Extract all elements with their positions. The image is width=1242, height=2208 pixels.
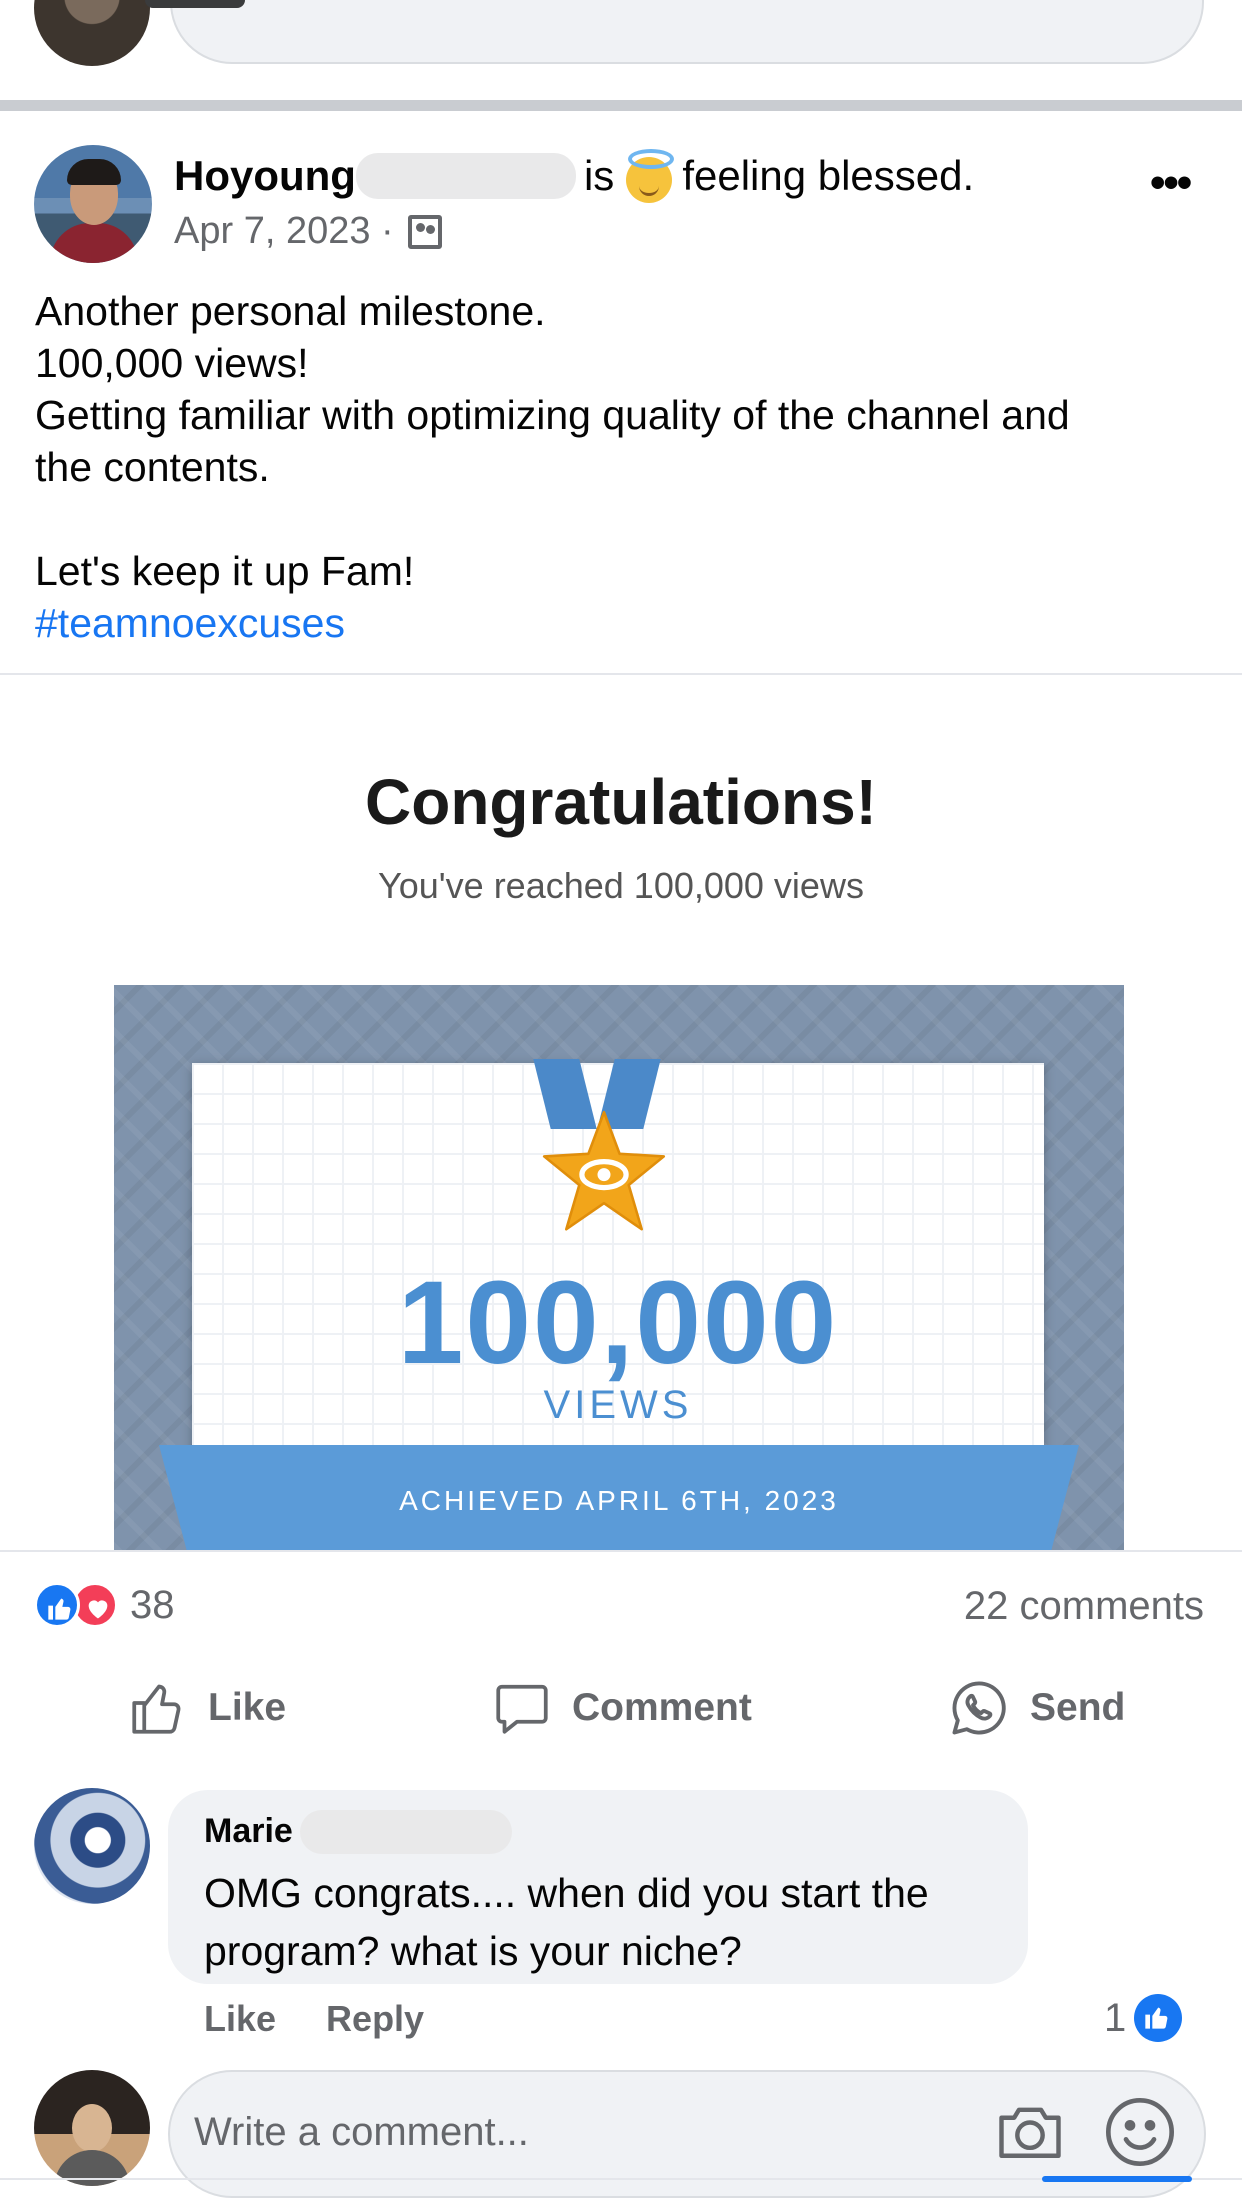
- certificate-frame: 100,000 VIEWS ACHIEVED APRIL 6TH, 2023: [114, 985, 1124, 1550]
- previous-post-remnant: [0, 0, 1242, 100]
- achievement-date: ACHIEVED APRIL 6TH, 2023: [399, 1485, 839, 1516]
- comment-button[interactable]: Comment: [492, 1676, 752, 1740]
- commenter-avatar[interactable]: [34, 1788, 150, 1904]
- avatar[interactable]: [34, 0, 150, 66]
- feeling-prefix: is: [583, 152, 615, 199]
- author-avatar[interactable]: [34, 145, 152, 263]
- active-indicator: [1042, 2176, 1192, 2182]
- comment-bubble[interactable]: Marie OMG congrats.... when did you star…: [168, 1790, 1028, 1984]
- feeling-text: feeling blessed.: [682, 152, 975, 199]
- post-text-blank-line: [35, 493, 1215, 545]
- send-button[interactable]: Send: [948, 1676, 1125, 1740]
- emoji-icon[interactable]: [1100, 2092, 1180, 2172]
- whatsapp-icon: [952, 1681, 1006, 1735]
- send-label: Send: [1030, 1686, 1126, 1729]
- redacted-surname: [300, 1810, 512, 1854]
- image-title: Congratulations!: [365, 766, 877, 838]
- comment-bubble-icon: [496, 1684, 548, 1734]
- comment-author[interactable]: Marie: [204, 1812, 293, 1851]
- comments-count[interactable]: 22 comments: [964, 1584, 1204, 1629]
- hashtag-link[interactable]: #teamnoexcuses: [35, 597, 1215, 649]
- post-text-line: Getting familiar with optimizing quality…: [35, 392, 1070, 438]
- like-reaction-icon: [34, 1582, 80, 1628]
- post-text-line: 100,000 views!: [35, 340, 309, 386]
- more-options-icon[interactable]: •••: [1150, 158, 1192, 208]
- like-label: Like: [208, 1686, 287, 1729]
- comment-text: OMG congrats.... when did you start the …: [204, 1870, 929, 1974]
- post-meta: Apr 7, 2023 ·: [174, 210, 442, 253]
- author-name[interactable]: Hoyoung: [174, 152, 356, 200]
- friends-icon[interactable]: [407, 214, 442, 249]
- post-date[interactable]: Apr 7, 2023 ·: [174, 210, 394, 253]
- milestone-number: 100,000: [397, 1257, 839, 1389]
- like-reaction-icon: [1134, 1994, 1183, 2042]
- divider: [0, 1550, 1242, 1552]
- post-text-line: Let's keep it up Fam!: [35, 548, 415, 594]
- like-button[interactable]: Like: [128, 1676, 286, 1740]
- redacted-surname: [355, 153, 576, 199]
- thumbs-up-icon: [132, 1684, 181, 1734]
- star-medal-icon: [542, 1110, 666, 1231]
- comment-like-number: 1: [1104, 1995, 1127, 2040]
- comment-label: Comment: [572, 1686, 752, 1729]
- current-user-avatar[interactable]: [34, 2070, 150, 2186]
- previous-comment-input[interactable]: [170, 0, 1204, 64]
- comment-input-placeholder: Write a comment...: [194, 2110, 529, 2154]
- post-image[interactable]: Congratulations! You've reached 100,000 …: [0, 675, 1242, 1550]
- post-text-line: the contents.: [35, 444, 270, 490]
- achievement-banner: ACHIEVED APRIL 6TH, 2023: [159, 1445, 1079, 1550]
- reactions-summary[interactable]: 38: [34, 1582, 175, 1628]
- reaction-count: 38: [130, 1582, 175, 1627]
- comment-reply-button[interactable]: Reply: [326, 1998, 424, 2040]
- camera-icon[interactable]: [992, 2094, 1068, 2170]
- smiling-face-with-halo-icon: [626, 149, 675, 203]
- comment-like-count[interactable]: 1: [1104, 1994, 1183, 2042]
- post-header: Hoyoung is feeling blessed.: [174, 149, 975, 203]
- post-text: Another personal milestone. 100,000 view…: [35, 285, 1215, 649]
- comment-actions: Like Reply: [204, 1998, 424, 2040]
- image-subtitle: You've reached 100,000 views: [378, 865, 864, 906]
- feed-separator: [0, 100, 1242, 111]
- milestone-unit: VIEWS: [543, 1383, 693, 1427]
- comment-like-button[interactable]: Like: [204, 1998, 276, 2040]
- scroll-indicator: [145, 0, 245, 8]
- post-text-line: Another personal milestone.: [35, 288, 546, 334]
